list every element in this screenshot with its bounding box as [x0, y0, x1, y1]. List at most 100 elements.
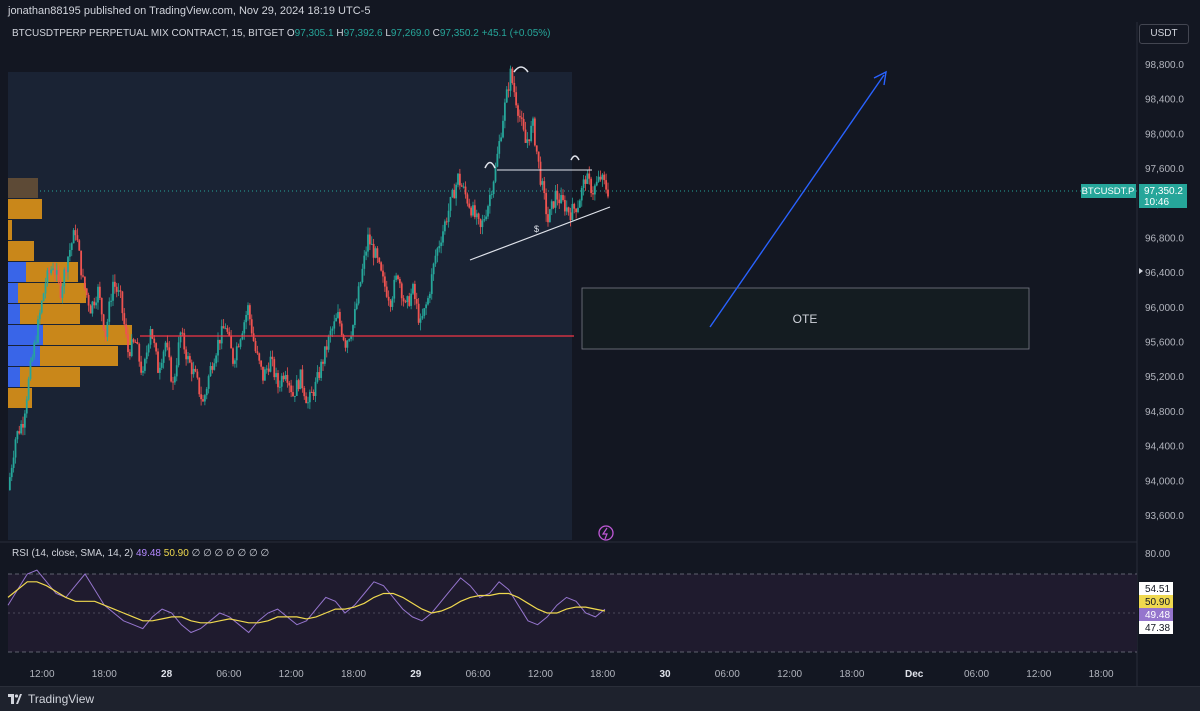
candle-body — [436, 248, 439, 256]
candle-body — [57, 270, 60, 281]
candle-body — [503, 102, 506, 121]
volume-profile-bar-buy — [8, 283, 18, 303]
time-axis-tick: 06:00 — [216, 669, 241, 680]
candle-body — [507, 89, 510, 91]
candle-body — [233, 360, 236, 364]
candle-body — [520, 117, 523, 119]
candle-body — [8, 477, 11, 490]
candle-body — [515, 92, 518, 106]
candle-body — [528, 139, 531, 142]
candle-body — [282, 375, 285, 380]
price-tag-symbol: BTCUSDT.P — [1082, 186, 1135, 197]
time-axis-tick: 06:00 — [964, 669, 989, 680]
candle-body — [305, 396, 308, 404]
candle-body — [316, 372, 319, 382]
price-chart[interactable]: $ OTE 98,800.0 98,400.0 98,000.0 97,600.0 97… — [0, 0, 1200, 686]
candle-body — [89, 305, 92, 314]
candle-body — [23, 413, 26, 428]
candle-body — [218, 339, 221, 344]
candle-body — [147, 344, 150, 353]
candle-body — [190, 362, 193, 375]
volume-profile-bar-buy — [8, 304, 20, 324]
candle-body — [237, 346, 240, 348]
candle-body — [250, 319, 253, 334]
candle-body — [286, 374, 289, 383]
candle-body — [554, 190, 557, 208]
candle-body — [200, 394, 203, 400]
candle-body — [363, 255, 366, 269]
candle-body — [547, 214, 549, 223]
volume-profile-bar — [8, 199, 42, 219]
candle-body — [102, 314, 105, 330]
candle-body — [323, 346, 326, 364]
candle-body — [217, 339, 219, 356]
candle-body — [430, 274, 433, 294]
candle-body — [513, 82, 516, 93]
rsi-tag-sma: 50.90 — [1145, 597, 1170, 608]
candle-body — [533, 118, 536, 146]
candle-body — [256, 351, 259, 354]
candle-body — [55, 270, 58, 275]
time-axis[interactable]: 12:00 18:00 28 06:00 12:00 18:00 29 06:00 12:00 1… — [29, 669, 1114, 680]
candle-body — [188, 356, 191, 363]
candle-body — [138, 344, 141, 362]
candle-body — [110, 300, 113, 302]
candle-body — [494, 166, 497, 182]
candle-body — [115, 286, 118, 292]
candle-body — [95, 302, 98, 306]
candle-body — [312, 391, 315, 397]
candle-body — [42, 293, 45, 302]
candle-body — [230, 335, 233, 349]
candle-body — [179, 332, 182, 343]
candle-body — [33, 342, 36, 357]
candle-body — [85, 288, 88, 296]
candle-body — [582, 179, 585, 188]
price-axis-tick: 94,400.0 — [1145, 442, 1184, 453]
time-axis-tick: Dec — [905, 669, 924, 680]
candle-body — [68, 249, 71, 257]
candle-body — [413, 283, 416, 300]
tradingview-brand[interactable]: TradingView — [8, 692, 94, 706]
candle-body — [563, 199, 566, 212]
candle-body — [443, 221, 446, 232]
candle-body — [284, 374, 287, 380]
candle-body — [406, 296, 409, 303]
candle-body — [235, 346, 238, 361]
liquidity-dollar-mark: $ — [534, 224, 539, 234]
candle-body — [434, 255, 437, 264]
price-axis-tick: 96,800.0 — [1145, 233, 1184, 244]
candle-body — [573, 203, 576, 209]
brand-name: TradingView — [28, 692, 95, 706]
candle-body — [365, 251, 368, 256]
rsi-title[interactable]: RSI (14, close, SMA, 14, 2) — [12, 548, 133, 559]
candle-body — [380, 262, 383, 271]
candle-body — [511, 68, 514, 83]
candle-body — [211, 366, 214, 370]
candle-body — [153, 338, 156, 344]
price-axis-tick: 96,400.0 — [1145, 268, 1184, 279]
candle-body — [158, 367, 161, 373]
candle-body — [428, 293, 431, 299]
candle-body — [265, 368, 268, 370]
price-axis[interactable]: 98,800.098,400.098,000.097,600.097,200.0… — [1145, 60, 1184, 522]
candle-body — [387, 296, 390, 301]
candle-body — [263, 369, 266, 381]
candle-body — [37, 319, 39, 343]
candle-body — [370, 243, 373, 245]
candle-body — [74, 230, 77, 236]
candle-body — [31, 356, 34, 361]
candle-body — [438, 246, 441, 249]
candle-body — [65, 269, 68, 273]
candle-body — [397, 275, 399, 280]
candle-body — [22, 423, 24, 428]
time-axis-tick: 12:00 — [777, 669, 802, 680]
candle-body — [590, 178, 593, 194]
candle-body — [175, 365, 178, 377]
price-axis-tick: 98,000.0 — [1145, 129, 1184, 140]
candle-body — [149, 329, 152, 345]
lightning-bolt — [601, 527, 608, 540]
time-axis-tick: 18:00 — [839, 669, 864, 680]
rsi-sma-value: 50.90 — [163, 548, 189, 559]
candle-body — [247, 305, 249, 315]
candle-body — [127, 334, 129, 353]
